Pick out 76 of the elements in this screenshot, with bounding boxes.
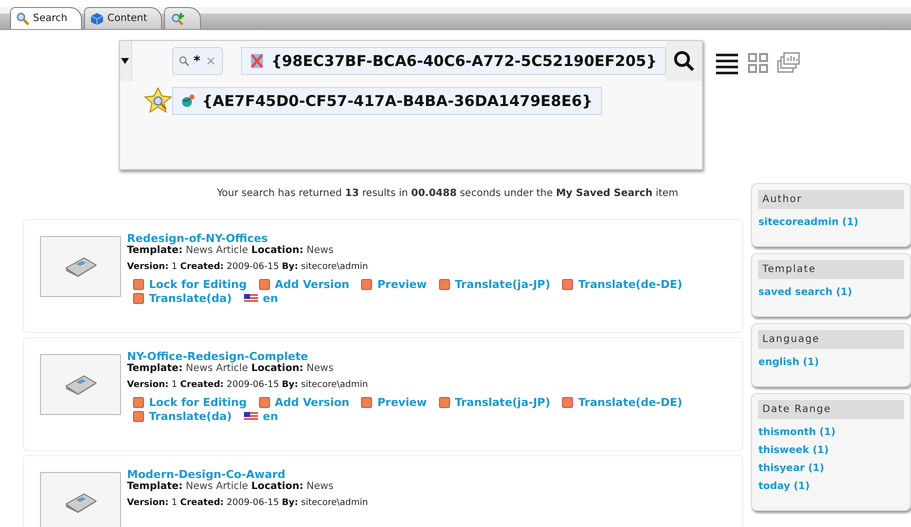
result-title[interactable]: NY-Office-Redesign-Complete xyxy=(127,350,693,363)
flag-icon xyxy=(244,294,258,304)
facet-title: Language xyxy=(758,330,904,349)
search-icon xyxy=(178,56,189,66)
star-magnifier-icon xyxy=(144,87,172,115)
search-icon xyxy=(672,50,695,72)
search-token[interactable]: {AE7F45D0-CF57-417A-B4BA-36DA1479E8E6} xyxy=(172,87,602,115)
magnifier-plus-icon xyxy=(170,12,186,26)
page-icon xyxy=(133,397,144,408)
action-link[interactable]: Translate(da) xyxy=(133,410,232,423)
newspaper-icon xyxy=(64,256,98,278)
tab[interactable]: Search xyxy=(10,7,82,29)
action-link[interactable]: Translate(de-DE) xyxy=(562,278,682,291)
action-link[interactable]: Add Version xyxy=(258,278,350,291)
facet-link[interactable]: english (1) xyxy=(758,354,904,372)
action-link[interactable]: Translate(de-DE) xyxy=(562,396,682,409)
flag-icon xyxy=(244,412,258,422)
newspaper-icon xyxy=(64,374,98,396)
results-summary: Your search has returned 13 results in 00.0488 seconds under the My Saved Search item xyxy=(217,188,678,199)
result-meta: Template: News Article Location: News xyxy=(127,363,335,374)
template-icon xyxy=(250,53,264,69)
tab[interactable]: Content xyxy=(84,7,162,29)
result-info: Version: 1 Created: 2009-06-15 By: sitecore\admin xyxy=(127,262,369,272)
search-token[interactable]: {98EC37BF-BCA6-40C6-A772-5C52190EF205} xyxy=(241,47,666,75)
result-meta: Template: News Article Location: News xyxy=(127,481,335,492)
page-icon xyxy=(562,279,574,290)
grid-view-icon xyxy=(747,52,769,74)
page-icon xyxy=(133,293,144,304)
facet-link[interactable]: thismonth (1) xyxy=(758,424,904,442)
result-meta: Template: News Article Location: News xyxy=(127,245,335,256)
facet-link[interactable]: today (1) xyxy=(758,478,904,496)
search-filter[interactable]: * × xyxy=(172,47,224,75)
facet-link[interactable]: thisweek (1) xyxy=(758,442,904,460)
view-button[interactable] xyxy=(715,52,739,76)
tab[interactable] xyxy=(164,7,202,29)
remove-button[interactable]: × xyxy=(205,54,216,68)
action-link[interactable]: Lock for Editing xyxy=(133,396,247,409)
facet-link[interactable]: sitecoreadmin (1) xyxy=(758,214,904,232)
page-icon xyxy=(438,279,450,290)
result-info: Version: 1 Created: 2009-06-15 By: sitecore\admin xyxy=(127,498,368,508)
action-link[interactable]: Preview xyxy=(361,278,427,291)
facet-title: Template xyxy=(758,260,904,279)
page-icon xyxy=(361,279,372,290)
page-icon xyxy=(361,397,372,408)
facet-title: Author xyxy=(758,190,904,209)
page-icon xyxy=(258,279,270,290)
page-icon xyxy=(562,397,574,408)
action-link[interactable]: Add Version xyxy=(258,396,350,409)
newspaper-icon xyxy=(64,492,98,514)
page-icon xyxy=(438,397,450,408)
gallery-view-icon xyxy=(777,52,801,74)
result-title[interactable]: Redesign-of-NY-Offices xyxy=(127,232,693,245)
globe-icon xyxy=(181,94,195,108)
action-link[interactable]: Translate(ja-JP) xyxy=(438,278,550,291)
search-button[interactable] xyxy=(666,41,702,81)
action-link[interactable]: Lock for Editing xyxy=(133,278,247,291)
magnifier-icon xyxy=(16,12,30,26)
result-title[interactable]: Modern-Design-Co-Award xyxy=(127,468,368,481)
filter-text: * xyxy=(194,54,200,68)
search-box[interactable]: * × {98EC37BF-BCA6-40C6-A772-5C52190EF205} {AE7F45D0-CF57-417A-B4BA-36DA1479E8E6} xyxy=(119,40,703,170)
list-view-icon xyxy=(715,52,739,76)
action-link[interactable]: en xyxy=(244,410,278,423)
action-link[interactable]: Translate(ja-JP) xyxy=(438,396,550,409)
page-icon xyxy=(258,397,270,408)
page-icon xyxy=(133,411,144,422)
result-info: Version: 1 Created: 2009-06-15 By: sitecore\admin xyxy=(127,380,369,390)
facet-title: Date Range xyxy=(758,400,904,419)
facet-link[interactable]: saved search (1) xyxy=(758,284,904,302)
caret-icon xyxy=(121,58,130,64)
action-link[interactable]: en xyxy=(244,292,278,305)
action-link[interactable]: Preview xyxy=(361,396,427,409)
dropdown-button[interactable] xyxy=(120,41,132,81)
cube-icon xyxy=(90,12,104,26)
page-icon xyxy=(133,279,144,290)
facet-link[interactable]: thisyear (1) xyxy=(758,460,904,478)
action-link[interactable]: Translate(da) xyxy=(133,292,232,305)
